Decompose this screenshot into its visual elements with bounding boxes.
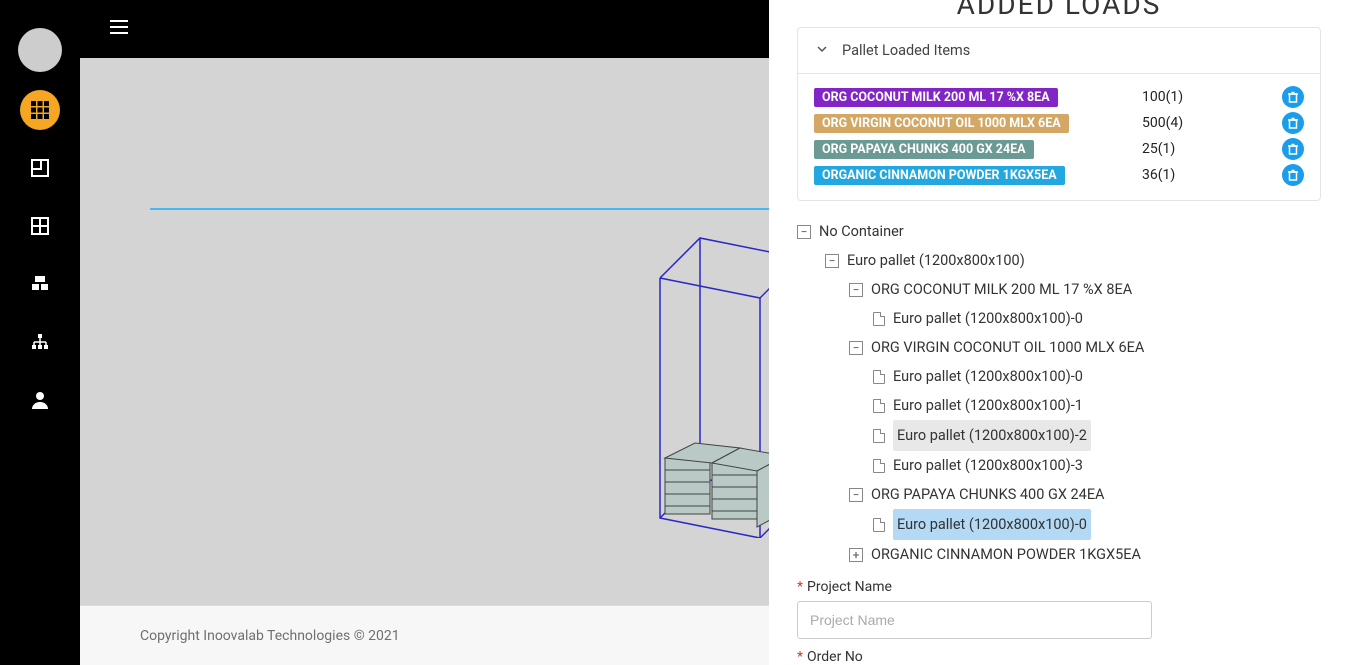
load-tag: ORG COCONUT MILK 200 ML 17 %X 8EA bbox=[814, 88, 1058, 107]
tree-leaf[interactable]: Euro pallet (1200x800x100)-0 bbox=[797, 362, 1321, 391]
delete-load-button[interactable] bbox=[1282, 112, 1304, 134]
tree-leaf[interactable]: Euro pallet (1200x800x100)-0 bbox=[797, 509, 1321, 540]
tree-node[interactable]: − ORG VIRGIN COCONUT OIL 1000 MLX 6EA bbox=[797, 333, 1321, 362]
chevron-down-icon bbox=[816, 42, 828, 59]
nav-boxes-icon[interactable] bbox=[20, 264, 60, 304]
load-tag: ORG PAPAYA CHUNKS 400 GX 24EA bbox=[814, 140, 1034, 159]
tree-leaf[interactable]: Euro pallet (1200x800x100)-3 bbox=[797, 451, 1321, 480]
load-qty: 100(1) bbox=[1142, 89, 1272, 105]
file-icon bbox=[873, 312, 885, 326]
expand-icon[interactable]: + bbox=[849, 548, 863, 562]
tree-leaf[interactable]: Euro pallet (1200x800x100)-0 bbox=[797, 304, 1321, 333]
tree-leaf[interactable]: Euro pallet (1200x800x100)-2 bbox=[797, 420, 1321, 451]
tree-node[interactable]: − ORG COCONUT MILK 200 ML 17 %X 8EA bbox=[797, 275, 1321, 304]
collapse-icon[interactable]: − bbox=[849, 341, 863, 355]
tree-root[interactable]: − No Container bbox=[797, 217, 1321, 246]
menu-toggle-icon[interactable] bbox=[108, 16, 130, 42]
delete-load-button[interactable] bbox=[1282, 86, 1304, 108]
nav-grid-icon[interactable] bbox=[20, 90, 60, 130]
tree-node[interactable]: − ORG PAPAYA CHUNKS 400 GX 24EA bbox=[797, 480, 1321, 509]
project-name-input[interactable] bbox=[797, 601, 1152, 639]
added-loads-panel: ADDED LOADS Pallet Loaded Items ORG COCO… bbox=[769, 0, 1349, 665]
tree-node[interactable]: + ORGANIC CINNAMON POWDER 1KGX5EA bbox=[797, 540, 1321, 569]
file-icon bbox=[873, 370, 885, 384]
load-row: ORGANIC CINNAMON POWDER 1KGX5EA 36(1) bbox=[814, 162, 1304, 188]
collapse-icon[interactable]: − bbox=[825, 254, 839, 268]
load-row: ORG VIRGIN COCONUT OIL 1000 MLX 6EA 500(4… bbox=[814, 110, 1304, 136]
file-icon bbox=[873, 429, 885, 443]
avatar[interactable] bbox=[18, 28, 62, 72]
load-qty: 500(4) bbox=[1142, 115, 1272, 131]
load-row: ORG COCONUT MILK 200 ML 17 %X 8EA 100(1) bbox=[814, 84, 1304, 110]
load-qty: 25(1) bbox=[1142, 141, 1272, 157]
nav-layout-icon[interactable] bbox=[20, 206, 60, 246]
load-tag: ORGANIC CINNAMON POWDER 1KGX5EA bbox=[814, 166, 1065, 185]
project-name-label: *Project Name bbox=[797, 579, 1321, 595]
file-icon bbox=[873, 518, 885, 532]
nav-hierarchy-icon[interactable] bbox=[20, 322, 60, 362]
order-no-label: *Order No bbox=[797, 649, 1321, 665]
collapse-icon[interactable]: − bbox=[797, 225, 811, 239]
tree-node[interactable]: − Euro pallet (1200x800x100) bbox=[797, 246, 1321, 275]
delete-load-button[interactable] bbox=[1282, 164, 1304, 186]
pallet-items-header[interactable]: Pallet Loaded Items bbox=[798, 28, 1320, 74]
load-tag: ORG VIRGIN COCONUT OIL 1000 MLX 6EA bbox=[814, 114, 1069, 133]
file-icon bbox=[873, 399, 885, 413]
collapse-icon[interactable]: − bbox=[849, 283, 863, 297]
nav-board-icon[interactable] bbox=[20, 148, 60, 188]
tree-leaf[interactable]: Euro pallet (1200x800x100)-1 bbox=[797, 391, 1321, 420]
load-qty: 36(1) bbox=[1142, 167, 1272, 183]
panel-title: ADDED LOADS bbox=[797, 0, 1321, 21]
section-header-text: Pallet Loaded Items bbox=[842, 42, 970, 59]
load-row: ORG PAPAYA CHUNKS 400 GX 24EA 25(1) bbox=[814, 136, 1304, 162]
nav-user-icon[interactable] bbox=[20, 380, 60, 420]
delete-load-button[interactable] bbox=[1282, 138, 1304, 160]
file-icon bbox=[873, 459, 885, 473]
collapse-icon[interactable]: − bbox=[849, 488, 863, 502]
